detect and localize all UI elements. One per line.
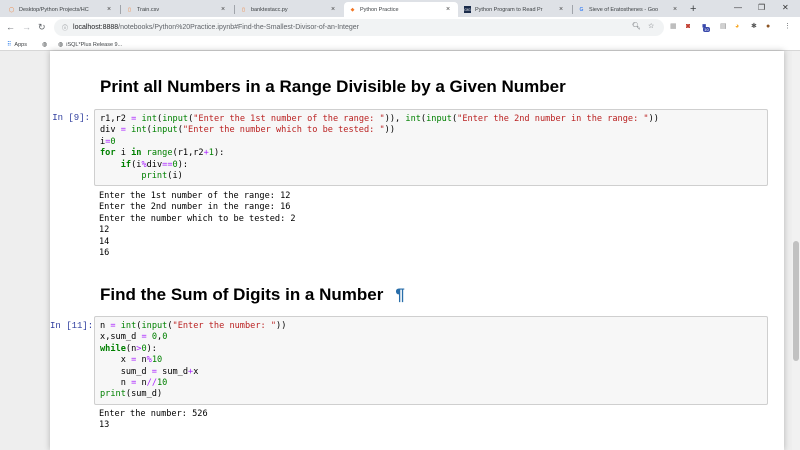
file-icon: ▯ <box>242 6 245 13</box>
bookmark-label: Apps <box>14 41 27 48</box>
code-editor[interactable]: n = int(input("Enter the number: ")) x,s… <box>100 321 286 401</box>
cell-output: Enter the number: 526 13 <box>99 409 208 431</box>
extension-icon[interactable]: ▦ <box>670 22 677 32</box>
close-icon[interactable]: × <box>673 6 680 13</box>
info-icon[interactable]: ⓘ <box>62 23 68 32</box>
anchor-link[interactable]: ¶ <box>395 285 404 304</box>
page-scrollbar[interactable] <box>792 51 800 450</box>
url-path: /notebooks/Python%20Practice.ipynb#Find-… <box>118 24 360 31</box>
tab-label: Sieve of Eratosthenes - Goo <box>589 6 659 13</box>
notebook-icon: ◆ <box>350 6 355 13</box>
browser-toolbar: ← → ↻ ⓘ localhost:8888 /notebooks/Python… <box>0 17 800 38</box>
extension-icon[interactable]: ▤ <box>720 22 727 32</box>
menu-icon[interactable]: ⋮ <box>784 22 791 32</box>
browser-tab-bar: ◯ Desktop/Python Projects/HC × ▯ Train.c… <box>0 0 800 17</box>
close-icon[interactable]: × <box>221 6 228 13</box>
star-icon[interactable]: ☆ <box>648 22 654 32</box>
globe-icon: ◍ <box>58 42 64 48</box>
site-icon: GfG <box>464 6 471 13</box>
tab-python-program[interactable]: GfG Python Program to Read Pr × <box>459 2 571 17</box>
code-editor[interactable]: r1,r2 = int(input("Enter the 1st number … <box>100 114 659 182</box>
tab-train-csv[interactable]: ▯ Train.csv × <box>121 2 233 17</box>
file-icon: ▯ <box>128 6 131 13</box>
input-prompt: In [11]: <box>50 321 94 331</box>
cell-output: Enter the 1st number of the range: 12 En… <box>99 191 296 259</box>
notebook-page: Print all Numbers in a Range Divisible b… <box>50 51 784 450</box>
back-button[interactable]: ← <box>6 21 15 33</box>
close-icon[interactable]: × <box>559 6 566 13</box>
tab-sieve-google[interactable]: G Sieve of Eratosthenes - Goo × <box>573 2 685 17</box>
new-tab-button[interactable]: + <box>690 3 696 15</box>
scrollbar-thumb[interactable] <box>793 241 799 361</box>
extension-shield-icon[interactable]: ◙ <box>686 22 690 32</box>
tab-label: Desktop/Python Projects/HC <box>19 6 89 13</box>
bookmark-isqlplus[interactable]: ◍ iSQL*Plus Release 9... <box>58 40 122 49</box>
bookmark-apps[interactable]: ⠿ Apps <box>7 40 27 49</box>
address-bar[interactable]: ⓘ localhost:8888 /notebooks/Python%20Pra… <box>54 19 664 36</box>
url-host: localhost:8888 <box>73 24 119 31</box>
apps-grid-icon: ⠿ <box>7 42 12 48</box>
tab-label: Python Practice <box>360 6 399 13</box>
close-icon[interactable]: × <box>107 6 114 13</box>
tab-jupyter-tree[interactable]: ◯ Desktop/Python Projects/HC × <box>3 2 119 17</box>
heading-text: Print all Numbers in a Range Divisible b… <box>100 77 566 96</box>
forward-button[interactable]: → <box>22 21 31 33</box>
extension-badge: 10 <box>703 27 710 32</box>
jupyter-icon: ◯ <box>8 6 15 13</box>
input-prompt: In [9]: <box>52 113 90 123</box>
heading-text: Find the Sum of Digits in a Number <box>100 285 384 304</box>
code-cell[interactable]: r1,r2 = int(input("Enter the 1st number … <box>94 109 768 186</box>
maximize-button[interactable]: ❐ <box>758 2 765 14</box>
code-cell[interactable]: n = int(input("Enter the number: ")) x,s… <box>94 316 768 405</box>
section-heading: Print all Numbers in a Range Divisible b… <box>100 77 566 97</box>
extension-badge-icon[interactable]: ■10 <box>702 22 713 32</box>
tab-python-practice[interactable]: ◆ Python Practice × <box>344 2 458 17</box>
tab-label: banktestacc.py <box>251 6 288 13</box>
section-heading: Find the Sum of Digits in a Number ¶ <box>100 285 405 305</box>
globe-icon: ◍ <box>42 42 48 48</box>
extension-color-icon[interactable]: ◕ <box>735 22 739 32</box>
tab-label: Python Program to Read Pr <box>475 6 543 13</box>
google-icon: G <box>579 6 584 13</box>
avatar[interactable]: ● <box>766 22 770 32</box>
close-icon[interactable]: × <box>331 6 338 13</box>
tab-label: Train.csv <box>137 6 160 13</box>
close-window-button[interactable]: ✕ <box>782 2 789 14</box>
close-icon[interactable]: × <box>446 6 453 13</box>
search-icon[interactable]: 🔍︎ <box>632 22 641 32</box>
reload-button[interactable]: ↻ <box>38 21 46 33</box>
bookmarks-bar: ⠿ Apps ◍ ◍ iSQL*Plus Release 9... <box>0 38 800 51</box>
tab-banktestacc[interactable]: ▯ banktestacc.py × <box>235 2 343 17</box>
puzzle-icon[interactable]: ✱ <box>751 22 757 32</box>
minimize-button[interactable]: — <box>734 2 742 14</box>
bookmark-globe[interactable]: ◍ <box>42 40 50 49</box>
bookmark-label: iSQL*Plus Release 9... <box>66 41 123 48</box>
